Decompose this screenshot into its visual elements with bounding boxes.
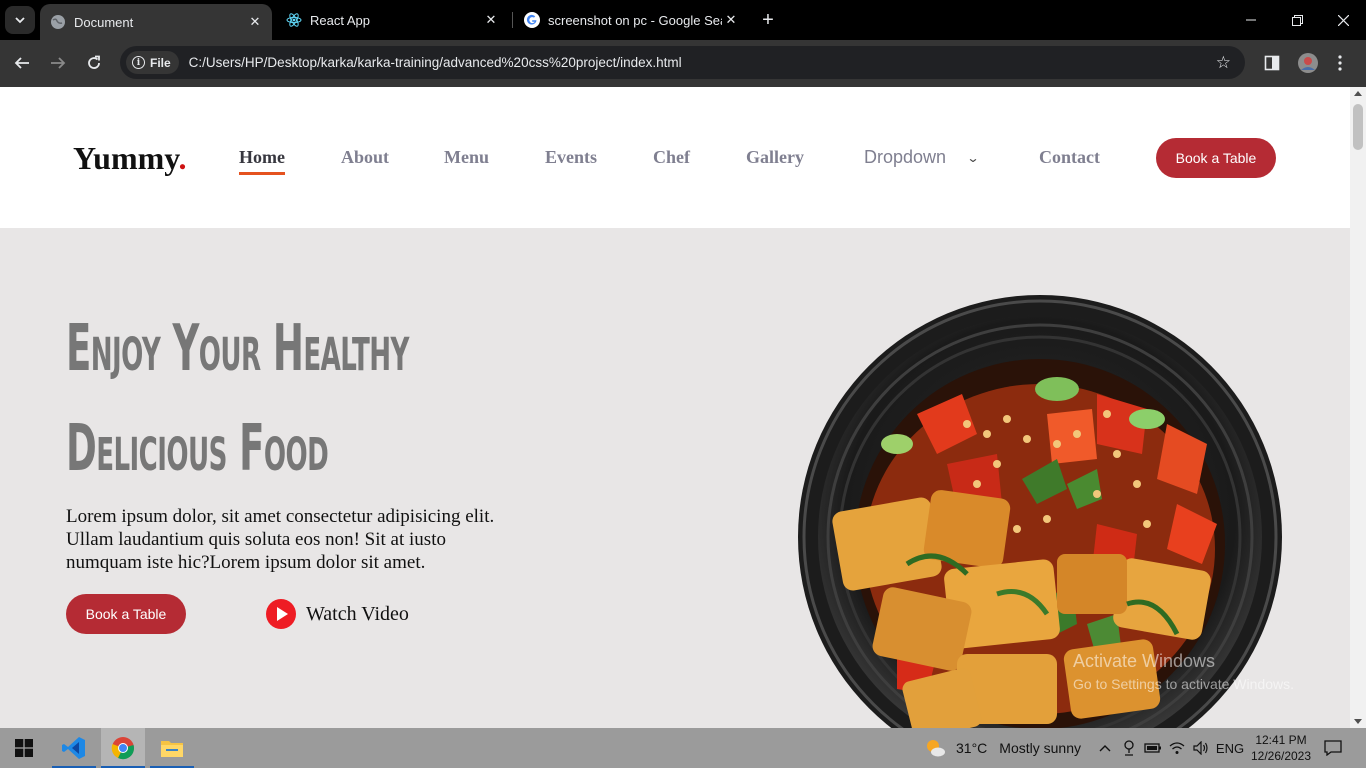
watch-video-link[interactable]: Watch Video: [266, 599, 409, 629]
windows-taskbar: 31°C Mostly sunny ENG 12:41 PM 12/26/202…: [0, 728, 1366, 768]
site-header: Yummy. Home About Menu Events Chef Galle…: [0, 87, 1350, 228]
scroll-down-arrow-icon[interactable]: [1354, 719, 1362, 724]
hero-title-line-2: Delicious Food: [66, 412, 329, 486]
address-bar[interactable]: i File C:/Users/HP/Desktop/karka/karka-t…: [120, 46, 1245, 79]
notifications-icon[interactable]: [1322, 728, 1344, 768]
watermark-subtitle: Go to Settings to activate Windows.: [1073, 676, 1294, 692]
page-scrollbar[interactable]: [1350, 87, 1366, 728]
side-panel-icon[interactable]: [1259, 50, 1285, 76]
nav-dropdown-label: Dropdown: [864, 147, 947, 167]
watch-video-label: Watch Video: [306, 602, 409, 625]
forward-arrow-icon[interactable]: [45, 50, 71, 76]
tab-title: screenshot on pc - Google Search: [548, 12, 722, 28]
nav-chef[interactable]: Chef: [653, 147, 690, 168]
battery-icon[interactable]: [1144, 728, 1162, 768]
tab-search-button[interactable]: [5, 6, 35, 34]
scroll-up-arrow-icon[interactable]: [1354, 91, 1362, 96]
windows-start-icon[interactable]: [2, 728, 46, 768]
windows-activation-watermark: Activate Windows Go to Settings to activ…: [1073, 651, 1294, 692]
partly-sunny-icon: [927, 740, 945, 757]
watermark-title: Activate Windows: [1073, 651, 1216, 671]
taskbar-clock[interactable]: 12:41 PM 12/26/2023: [1246, 732, 1316, 764]
site-info-chip[interactable]: i File: [126, 51, 179, 74]
chevron-up-icon[interactable]: [1096, 728, 1114, 768]
close-icon[interactable]: ✕: [246, 13, 264, 31]
nav-gallery[interactable]: Gallery: [746, 147, 804, 168]
wifi-icon[interactable]: [1168, 728, 1186, 768]
clock-date: 12/26/2023: [1250, 749, 1312, 763]
bookmark-star-icon[interactable]: ☆: [1216, 53, 1231, 73]
weather-widget[interactable]: 31°C Mostly sunny: [924, 728, 1081, 768]
hero-description: Lorem ipsum dolor, sit amet consectetur …: [66, 506, 495, 573]
nav-menu[interactable]: Menu: [444, 147, 489, 168]
file-explorer-icon[interactable]: [150, 728, 194, 768]
site-logo[interactable]: Yummy.: [73, 140, 187, 177]
close-icon[interactable]: ✕: [482, 11, 500, 29]
info-icon: i: [132, 56, 145, 69]
nav-contact[interactable]: Contact: [1039, 147, 1100, 168]
nav-about[interactable]: About: [341, 147, 389, 168]
tab-document[interactable]: Document ✕: [40, 4, 272, 40]
back-arrow-icon[interactable]: [9, 50, 35, 76]
minimize-icon[interactable]: [1228, 0, 1274, 40]
globe-icon: [50, 14, 66, 30]
header-book-table-button[interactable]: Book a Table: [1156, 138, 1276, 178]
hero-title-line-1: Enjoy Your Healthy: [66, 312, 409, 386]
chevron-down-icon: [15, 17, 25, 24]
meet-now-icon[interactable]: [1120, 728, 1138, 768]
nav-events[interactable]: Events: [545, 147, 597, 168]
hero-title: Enjoy Your Healthy Delicious Food: [66, 299, 409, 499]
clock-time: 12:41 PM: [1255, 733, 1307, 747]
browser-tab-strip: Document ✕ React App ✕ screenshot on pc …: [0, 0, 1366, 40]
close-icon[interactable]: ✕: [722, 11, 740, 29]
volume-icon[interactable]: [1192, 728, 1210, 768]
window-close-icon[interactable]: [1320, 0, 1366, 40]
hero-book-table-button[interactable]: Book a Table: [66, 594, 186, 634]
weather-condition: Mostly sunny: [999, 740, 1081, 756]
weather-temperature: 31°C: [956, 740, 988, 756]
vscode-icon[interactable]: [52, 728, 96, 768]
more-menu-icon[interactable]: [1327, 50, 1353, 76]
nav-dropdown[interactable]: Dropdown ⌄: [864, 147, 980, 168]
new-tab-button[interactable]: +: [756, 8, 780, 32]
url-text[interactable]: C:/Users/HP/Desktop/karka/karka-training…: [189, 55, 682, 70]
web-page: Yummy. Home About Menu Events Chef Galle…: [0, 87, 1350, 728]
language-indicator[interactable]: ENG: [1216, 728, 1244, 768]
tab-title: React App: [310, 12, 370, 28]
chevron-down-icon: ⌄: [966, 150, 980, 165]
scheme-label: File: [150, 55, 171, 70]
tab-title: Document: [74, 14, 134, 30]
react-icon: [286, 12, 302, 28]
tab-separator: [512, 12, 513, 28]
restore-icon[interactable]: [1274, 0, 1320, 40]
tab-react-app[interactable]: React App ✕: [278, 0, 508, 40]
tab-google-search[interactable]: screenshot on pc - Google Search ✕: [516, 0, 748, 40]
browser-toolbar: i File C:/Users/HP/Desktop/karka/karka-t…: [0, 40, 1366, 87]
scrollbar-thumb[interactable]: [1353, 104, 1363, 150]
play-icon: [266, 599, 296, 629]
profile-avatar[interactable]: [1295, 50, 1321, 76]
reload-icon[interactable]: [81, 50, 107, 76]
chrome-icon[interactable]: [101, 728, 145, 768]
logo-dot: .: [178, 140, 187, 176]
nav-home[interactable]: Home: [239, 147, 285, 175]
google-icon: [524, 12, 540, 28]
